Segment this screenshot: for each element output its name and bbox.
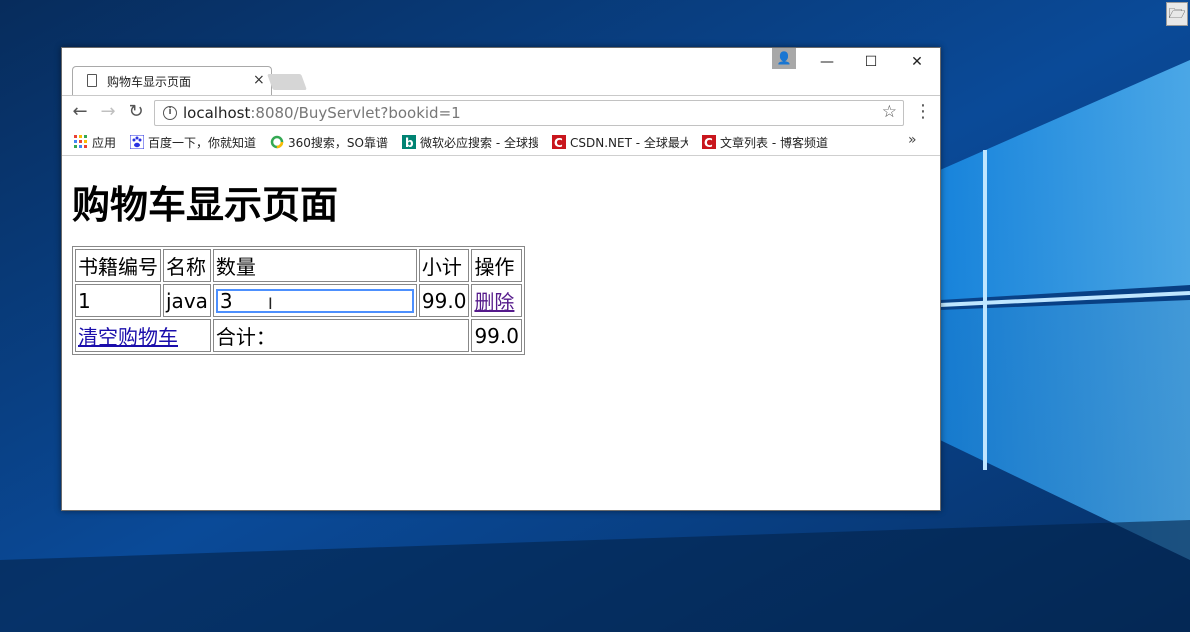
clear-cart-link[interactable]: 清空购物车 — [78, 325, 178, 349]
baidu-paw-icon — [130, 135, 144, 149]
close-window-icon[interactable]: ✕ — [894, 48, 940, 76]
bookmark-bing[interactable]: b 微软必应搜索 - 全球搜 — [402, 134, 538, 150]
bookmark-360[interactable]: 360搜索，SO靠谱 — [270, 134, 388, 150]
svg-text:C: C — [704, 136, 713, 149]
bookmark-label: 文章列表 - 博客频道 — [720, 136, 828, 150]
folder-shortcut-icon[interactable]: 🗁 — [1166, 2, 1188, 26]
bookmark-apps[interactable]: 应用 — [74, 134, 116, 150]
info-icon[interactable]: i — [163, 106, 177, 120]
delete-link[interactable]: 删除 — [474, 290, 514, 314]
csdn-icon: C — [552, 135, 566, 149]
title-bar: 👤 — ☐ ✕ 购物车显示页面 × — [62, 48, 940, 96]
cell-clear: 清空购物车 — [75, 319, 211, 352]
url-path: :8080/BuyServlet?bookid=1 — [250, 104, 461, 122]
svg-text:b: b — [405, 136, 414, 149]
csdn-icon: C — [702, 135, 716, 149]
page-content: 购物车显示页面 书籍编号 名称 数量 小计 操作 1 java 99.0 删除 … — [62, 156, 940, 510]
bookmark-label: 应用 — [92, 136, 117, 150]
tab-active[interactable]: 购物车显示页面 × — [72, 66, 272, 96]
url-text: localhost:8080/BuyServlet?bookid=1 — [183, 104, 461, 122]
cart-table: 书籍编号 名称 数量 小计 操作 1 java 99.0 删除 清空购物车 合计… — [72, 246, 525, 355]
tab-close-icon[interactable]: × — [253, 72, 265, 88]
bookmark-blog[interactable]: C 文章列表 - 博客频道 — [702, 134, 828, 150]
bookmark-label: CSDN.NET - 全球最大 — [570, 136, 688, 150]
bookmark-star-icon[interactable]: ☆ — [882, 102, 897, 122]
header-quantity: 数量 — [212, 249, 417, 282]
header-name: 名称 — [163, 249, 211, 282]
apps-grid-icon — [74, 135, 87, 148]
bookmark-label: 百度一下，你就知道 — [148, 136, 257, 150]
page-icon — [87, 74, 97, 87]
table-row: 1 java 99.0 删除 — [75, 284, 522, 317]
cell-subtotal: 99.0 — [418, 284, 470, 317]
new-tab-button[interactable] — [267, 74, 307, 90]
cell-name: java — [163, 284, 211, 317]
browser-window: 👤 — ☐ ✕ 购物车显示页面 × ← → ↻ i localhost:8080… — [61, 47, 941, 511]
tab-title: 购物车显示页面 — [107, 75, 192, 89]
cell-total: 99.0 — [471, 319, 522, 352]
url-host: localhost — [183, 104, 251, 122]
bookmark-label: 360搜索，SO靠谱 — [288, 136, 388, 150]
cell-book-id: 1 — [75, 284, 161, 317]
reload-icon[interactable]: ↻ — [124, 100, 148, 124]
menu-dots-icon[interactable]: ⋮ — [914, 100, 932, 124]
svg-text:C: C — [554, 136, 563, 149]
header-subtotal: 小计 — [418, 249, 470, 282]
maximize-icon[interactable]: ☐ — [848, 48, 894, 76]
text-cursor-icon: I — [268, 294, 273, 313]
bookmark-baidu[interactable]: 百度一下，你就知道 — [130, 134, 256, 150]
header-action: 操作 — [471, 249, 522, 282]
address-bar[interactable]: i localhost:8080/BuyServlet?bookid=1 ☆ — [154, 100, 904, 126]
table-header-row: 书籍编号 名称 数量 小计 操作 — [75, 249, 522, 282]
bing-icon: b — [402, 135, 416, 149]
cell-quantity — [212, 284, 417, 317]
profile-icon[interactable]: 👤 — [772, 48, 796, 69]
bookmarks-bar: 应用 百度一下，你就知道 360搜索，SO靠谱 b 微软必应搜索 - 全球搜 C… — [62, 129, 940, 156]
more-bookmarks-icon[interactable]: » — [908, 132, 917, 148]
360-search-icon — [270, 135, 284, 149]
back-arrow-icon[interactable]: ← — [68, 100, 92, 124]
minimize-icon[interactable]: — — [804, 48, 850, 76]
bookmark-label: 微软必应搜索 - 全球搜 — [420, 136, 538, 150]
browser-toolbar: ← → ↻ i localhost:8080/BuyServlet?bookid… — [62, 95, 940, 130]
cell-total-label: 合计： — [212, 319, 470, 352]
table-footer-row: 清空购物车 合计： 99.0 — [75, 319, 522, 352]
quantity-input[interactable] — [215, 288, 414, 313]
bookmark-csdn[interactable]: C CSDN.NET - 全球最大 — [552, 134, 688, 150]
forward-arrow-icon[interactable]: → — [96, 100, 120, 124]
header-book-id: 书籍编号 — [75, 249, 161, 282]
page-heading: 购物车显示页面 — [72, 183, 339, 227]
cell-action: 删除 — [471, 284, 522, 317]
